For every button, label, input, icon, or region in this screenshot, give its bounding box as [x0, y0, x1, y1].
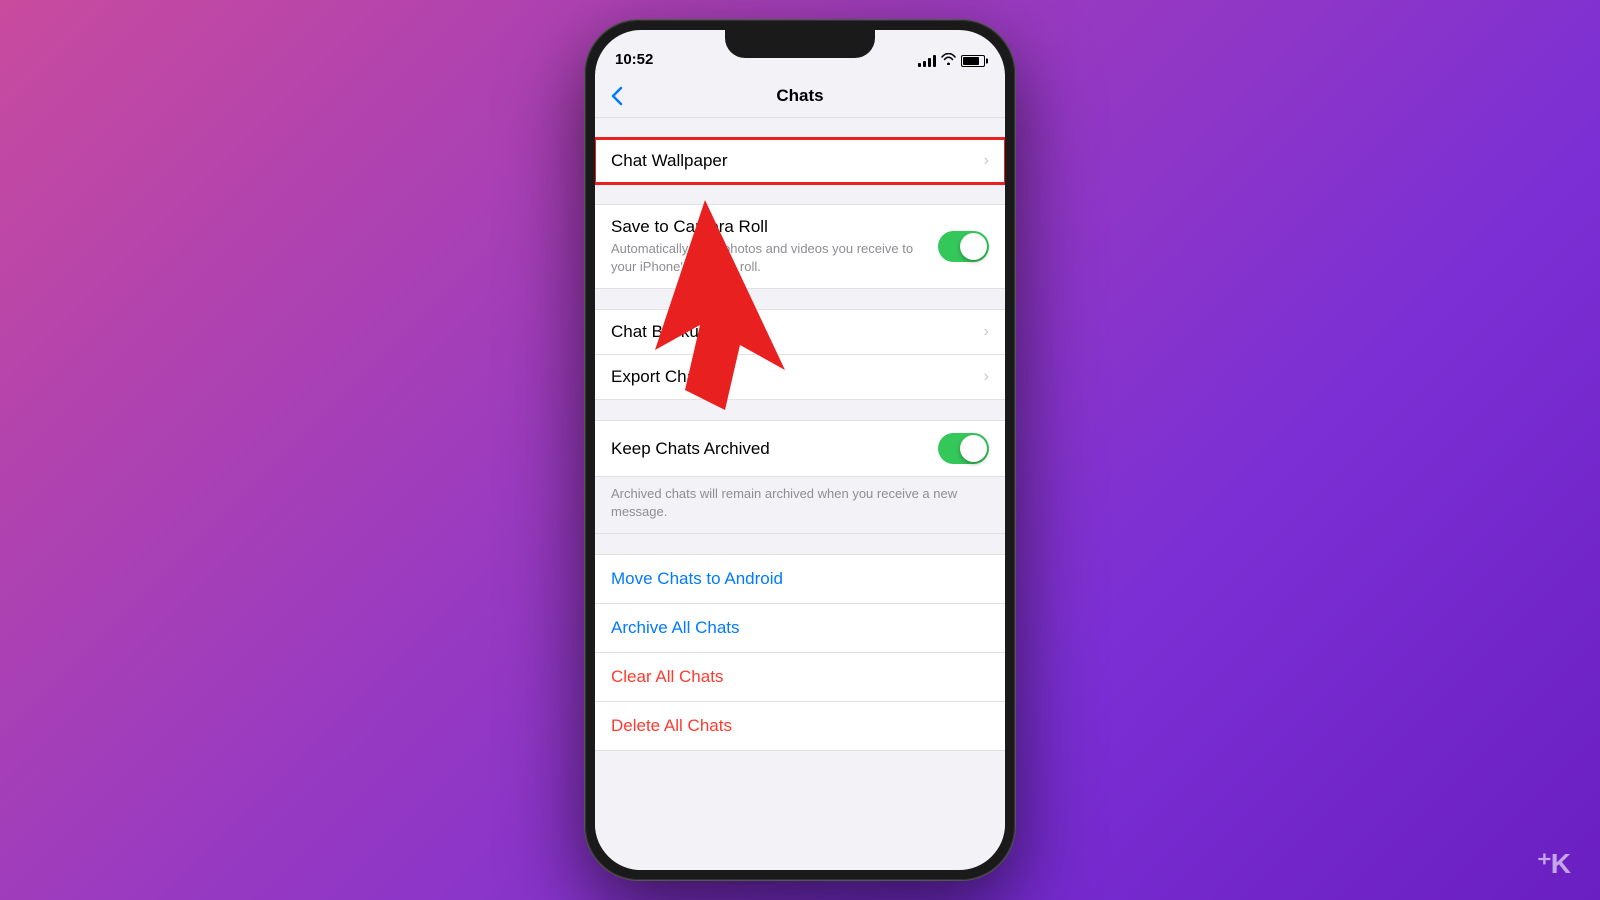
- signal-bars-icon: [918, 55, 936, 67]
- save-camera-label: Save to Camera Roll: [611, 217, 938, 237]
- phone-frame: 10:52: [585, 20, 1015, 880]
- save-camera-toggle[interactable]: [938, 231, 989, 262]
- archive-all-chats-row[interactable]: Archive All Chats: [595, 604, 1005, 653]
- row-left: Chat Wallpaper: [611, 151, 976, 171]
- chat-wallpaper-row[interactable]: Chat Wallpaper ›: [595, 139, 1005, 183]
- signal-bar-3: [928, 58, 931, 67]
- export-chat-label: Export Chat: [611, 367, 701, 386]
- chat-backup-label: Chat Backup: [611, 322, 708, 341]
- export-chat-row[interactable]: Export Chat ›: [595, 355, 1005, 399]
- toggle-knob: [960, 233, 987, 260]
- signal-bar-2: [923, 61, 926, 67]
- watermark-symbol: ⁺K: [1537, 848, 1570, 879]
- move-chats-android-label: Move Chats to Android: [611, 569, 783, 588]
- archive-all-chats-label: Archive All Chats: [611, 618, 740, 637]
- battery-icon: [961, 55, 985, 67]
- phone-notch: [725, 30, 875, 58]
- signal-bar-4: [933, 55, 936, 67]
- settings-scroll[interactable]: Chat Wallpaper › Save to Camera Roll Aut…: [595, 118, 1005, 870]
- status-icons: [918, 53, 985, 68]
- wifi-icon: [941, 53, 956, 68]
- keep-archived-toggle[interactable]: [938, 433, 989, 464]
- keep-archived-label: Keep Chats Archived: [611, 439, 770, 458]
- keep-archived-sublabel: Archived chats will remain archived when…: [611, 486, 957, 519]
- settings-group-3: Chat Backup › Export Chat ›: [595, 309, 1005, 400]
- back-button[interactable]: [611, 86, 623, 106]
- settings-group-1: Chat Wallpaper ›: [595, 138, 1005, 184]
- chevron-icon-2: ›: [984, 323, 989, 341]
- save-camera-sublabel: Automatically save photos and videos you…: [611, 240, 938, 276]
- battery-fill: [963, 57, 979, 65]
- row-left-5: Keep Chats Archived: [611, 439, 938, 459]
- chat-wallpaper-label: Chat Wallpaper: [611, 151, 728, 170]
- watermark: ⁺K: [1537, 847, 1570, 880]
- signal-bar-1: [918, 63, 921, 67]
- clear-all-chats-label: Clear All Chats: [611, 667, 723, 686]
- move-chats-android-row[interactable]: Move Chats to Android: [595, 555, 1005, 604]
- row-left-2: Save to Camera Roll Automatically save p…: [611, 217, 938, 276]
- settings-group-4: Keep Chats Archived Archived chats will …: [595, 420, 1005, 534]
- save-camera-row[interactable]: Save to Camera Roll Automatically save p…: [595, 205, 1005, 288]
- toggle-knob-2: [960, 435, 987, 462]
- phone-screen: 10:52: [595, 30, 1005, 870]
- status-time: 10:52: [615, 51, 653, 68]
- page-title: Chats: [776, 86, 823, 106]
- settings-group-2: Save to Camera Roll Automatically save p…: [595, 204, 1005, 289]
- chevron-icon: ›: [984, 152, 989, 170]
- chat-backup-row[interactable]: Chat Backup ›: [595, 310, 1005, 355]
- delete-all-chats-row[interactable]: Delete All Chats: [595, 702, 1005, 750]
- row-left-3: Chat Backup: [611, 322, 976, 342]
- nav-bar: Chats: [595, 74, 1005, 118]
- chevron-icon-3: ›: [984, 368, 989, 386]
- clear-all-chats-row[interactable]: Clear All Chats: [595, 653, 1005, 702]
- row-left-4: Export Chat: [611, 367, 976, 387]
- keep-archived-row[interactable]: Keep Chats Archived: [595, 421, 1005, 477]
- delete-all-chats-label: Delete All Chats: [611, 716, 732, 735]
- settings-group-5: Move Chats to Android Archive All Chats …: [595, 554, 1005, 751]
